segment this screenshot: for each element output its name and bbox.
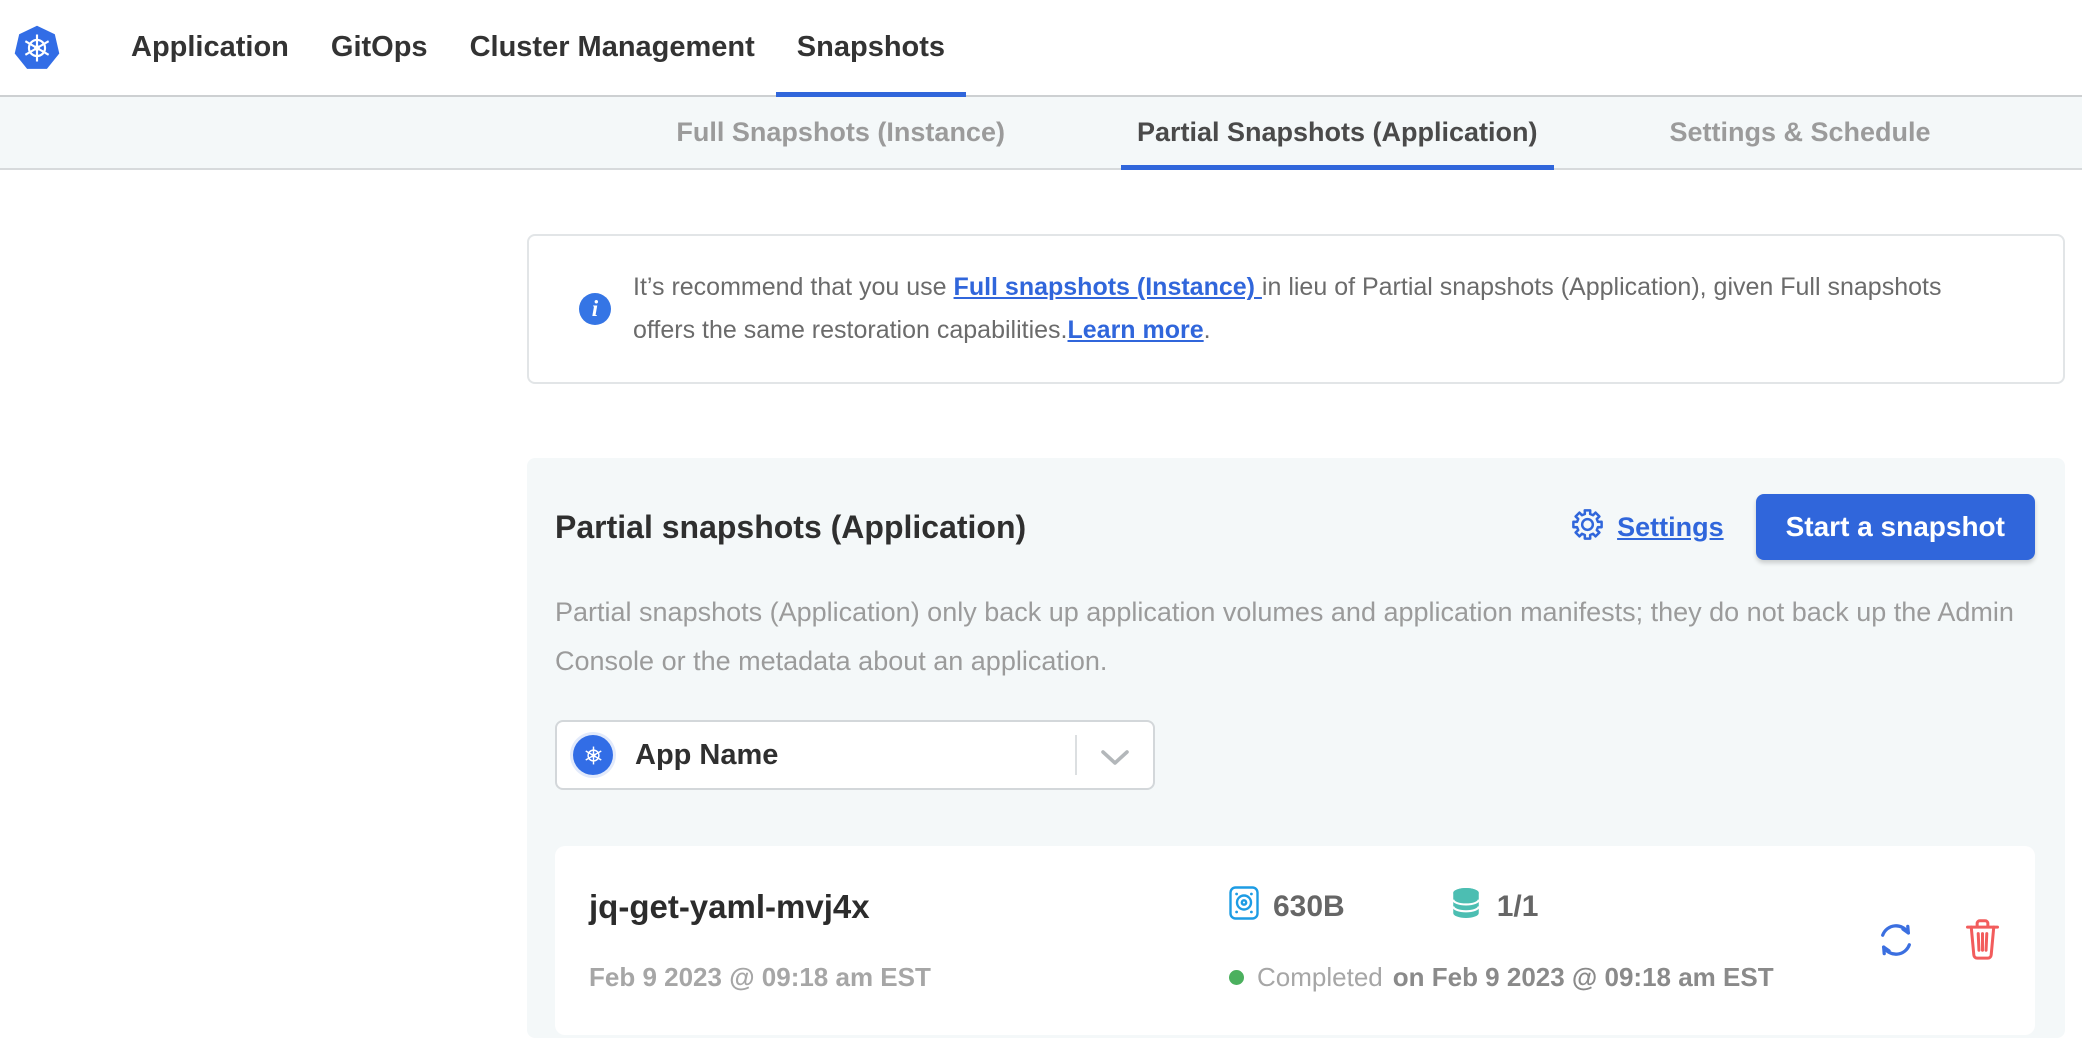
snapshot-size-value: 630B [1273, 890, 1345, 924]
snapshot-started-date: Feb 9 2023 @ 09:18 am EST [589, 962, 1229, 993]
app-selector-value: App Name [635, 739, 778, 772]
delete-snapshot-button[interactable] [1964, 917, 2001, 962]
start-snapshot-button[interactable]: Start a snapshot [1756, 494, 2035, 560]
snapshot-size: 630B [1229, 886, 1345, 928]
nav-item-gitops[interactable]: GitOps [310, 0, 449, 95]
panel-header: Partial snapshots (Application) Settings… [555, 494, 2035, 560]
partial-snapshots-panel: Partial snapshots (Application) Settings… [527, 458, 2065, 1038]
gear-icon [1569, 506, 1606, 548]
settings-link[interactable]: Settings [1569, 506, 1724, 548]
snapshot-actions [1872, 916, 2001, 964]
disk-size-icon [1229, 886, 1259, 928]
status-finished-date: on Feb 9 2023 @ 09:18 am EST [1393, 962, 1774, 993]
nav-item-snapshots[interactable]: Snapshots [776, 0, 966, 95]
settings-label: Settings [1617, 512, 1724, 543]
app-kubernetes-icon [573, 735, 613, 775]
app-name-select[interactable]: App Name [555, 720, 1155, 790]
panel-description: Partial snapshots (Application) only bac… [555, 588, 2035, 686]
snapshot-row: jq-get-yaml-mvj4x [555, 846, 2035, 1035]
learn-more-link[interactable]: Learn more [1068, 316, 1204, 344]
info-icon: i [579, 293, 611, 325]
database-volumes-icon [1449, 886, 1483, 928]
info-banner: i It’s recommend that you use Full snaps… [527, 234, 2065, 384]
nav-item-cluster-management[interactable]: Cluster Management [449, 0, 776, 95]
tab-settings-schedule[interactable]: Settings & Schedule [1654, 97, 1947, 168]
restore-snapshot-button[interactable] [1872, 916, 1920, 964]
snapshots-tab-bar: Full Snapshots (Instance) Partial Snapsh… [0, 97, 2082, 170]
snapshot-name: jq-get-yaml-mvj4x [589, 888, 1229, 926]
page-title: Partial snapshots (Application) [555, 509, 1026, 546]
selector-divider [1075, 735, 1077, 775]
snapshot-volumes: 1/1 [1449, 886, 1539, 928]
kubernetes-logo-icon[interactable] [14, 24, 60, 72]
nav-item-application[interactable]: Application [110, 0, 310, 95]
status-dot-icon [1229, 970, 1244, 985]
status-label: Completed [1257, 962, 1383, 993]
header-actions: Settings Start a snapshot [1569, 494, 2035, 560]
info-banner-text: It’s recommend that you use Full snapsho… [633, 266, 2003, 352]
top-nav: Application GitOps Cluster Management Sn… [0, 0, 2082, 97]
main-content: i It’s recommend that you use Full snaps… [0, 170, 2082, 1038]
banner-period: . [1204, 316, 1211, 344]
tab-partial-snapshots[interactable]: Partial Snapshots (Application) [1121, 97, 1554, 168]
snapshot-volumes-value: 1/1 [1497, 890, 1539, 924]
snapshot-status: Completed on Feb 9 2023 @ 09:18 am EST [1229, 962, 1872, 993]
tab-full-snapshots[interactable]: Full Snapshots (Instance) [660, 97, 1021, 168]
full-snapshots-link[interactable]: Full snapshots (Instance) [954, 273, 1262, 301]
banner-text-before: It’s recommend that you use [633, 273, 954, 301]
snapshot-stats: 630B 1/1 [1229, 886, 1872, 928]
chevron-down-icon [1100, 749, 1130, 772]
